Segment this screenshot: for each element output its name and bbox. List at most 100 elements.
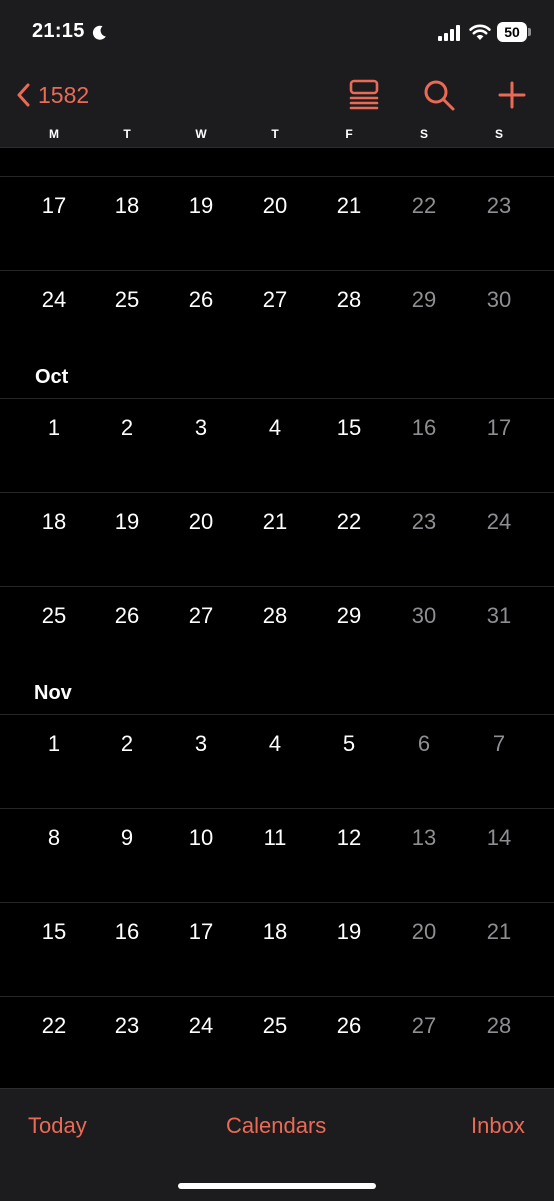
day-cell[interactable]: 30 <box>474 287 524 313</box>
chevron-left-icon <box>17 83 30 107</box>
day-cell[interactable]: 18 <box>250 919 300 945</box>
day-cell[interactable]: 12 <box>324 825 374 851</box>
week-row: 1 2 3 4 15 16 17 <box>0 398 554 492</box>
day-cell[interactable]: 28 <box>474 1013 524 1039</box>
day-cell[interactable]: 4 <box>250 731 300 757</box>
day-cell[interactable]: 26 <box>176 287 226 313</box>
day-cell[interactable]: 25 <box>250 1013 300 1039</box>
day-cell[interactable]: 11 <box>250 825 300 851</box>
nav-bar: 1582 M T W T F S S <box>0 70 554 148</box>
day-cell[interactable]: 24 <box>474 509 524 535</box>
day-cell[interactable]: 21 <box>324 193 374 219</box>
status-bar: 21:15 50 <box>0 0 554 70</box>
day-cell[interactable]: 2 <box>102 731 152 757</box>
weekday-label: T <box>271 127 279 141</box>
cellular-signal-icon <box>438 25 460 41</box>
day-cell[interactable]: 24 <box>29 287 79 313</box>
day-cell[interactable]: 17 <box>29 193 79 219</box>
battery-cap <box>528 28 531 36</box>
day-cell[interactable]: 20 <box>176 509 226 535</box>
day-cell[interactable]: 7 <box>474 731 524 757</box>
day-cell[interactable]: 21 <box>250 509 300 535</box>
inbox-button[interactable]: Inbox <box>471 1113 525 1139</box>
day-cell[interactable]: 29 <box>324 603 374 629</box>
day-cell[interactable]: 14 <box>474 825 524 851</box>
day-cell[interactable]: 10 <box>176 825 226 851</box>
day-cell[interactable]: 18 <box>29 509 79 535</box>
day-cell[interactable]: 27 <box>176 603 226 629</box>
day-cell[interactable]: 3 <box>176 731 226 757</box>
day-cell[interactable]: 18 <box>102 193 152 219</box>
weekday-label: W <box>195 127 207 141</box>
day-cell[interactable]: 2 <box>102 415 152 441</box>
week-row: 15 16 17 18 19 20 21 <box>0 902 554 996</box>
day-cell[interactable]: 28 <box>324 287 374 313</box>
day-cell[interactable]: 23 <box>474 193 524 219</box>
week-row: 24 25 26 27 28 29 30 <box>0 270 554 364</box>
weekday-label: T <box>123 127 131 141</box>
plus-icon[interactable] <box>495 78 529 112</box>
status-time: 21:15 <box>32 20 85 42</box>
day-cell[interactable]: 26 <box>102 603 152 629</box>
month-label-oct: Oct <box>35 366 69 388</box>
calendar-grid[interactable]: 17 18 19 20 21 22 23 24 25 26 27 28 29 3… <box>0 148 554 1088</box>
weekday-label: S <box>494 127 503 141</box>
day-cell[interactable]: 27 <box>399 1013 449 1039</box>
day-cell[interactable]: 1 <box>29 415 79 441</box>
today-button[interactable]: Today <box>28 1113 87 1139</box>
week-row: 22 23 24 25 26 27 28 <box>0 996 554 1088</box>
list-view-icon[interactable] <box>347 78 381 112</box>
day-cell[interactable]: 6 <box>399 731 449 757</box>
weekday-label: S <box>419 127 428 141</box>
day-cell[interactable]: 26 <box>324 1013 374 1039</box>
day-cell[interactable]: 31 <box>474 603 524 629</box>
day-cell[interactable]: 19 <box>176 193 226 219</box>
day-cell[interactable]: 19 <box>102 509 152 535</box>
day-cell[interactable]: 27 <box>250 287 300 313</box>
back-button[interactable]: 1582 <box>16 78 89 112</box>
weekday-label: M <box>49 127 59 141</box>
day-cell[interactable]: 19 <box>324 919 374 945</box>
back-button-label: 1582 <box>38 81 90 108</box>
day-cell[interactable]: 17 <box>474 415 524 441</box>
day-cell[interactable]: 24 <box>176 1013 226 1039</box>
week-row: 18 19 20 21 22 23 24 <box>0 492 554 586</box>
day-cell[interactable]: 4 <box>250 415 300 441</box>
week-row: 8 9 10 11 12 13 14 <box>0 808 554 902</box>
bottom-toolbar: Today Calendars Inbox <box>0 1088 554 1201</box>
day-cell[interactable]: 16 <box>102 919 152 945</box>
month-label-nov: Nov <box>34 682 72 704</box>
day-cell[interactable]: 9 <box>102 825 152 851</box>
battery-indicator: 50 <box>497 22 527 42</box>
day-cell[interactable]: 15 <box>324 415 374 441</box>
day-cell[interactable]: 23 <box>399 509 449 535</box>
day-cell[interactable]: 16 <box>399 415 449 441</box>
wifi-icon <box>469 24 491 40</box>
day-cell[interactable]: 29 <box>399 287 449 313</box>
day-cell[interactable]: 21 <box>474 919 524 945</box>
day-cell[interactable]: 8 <box>29 825 79 851</box>
day-cell[interactable]: 17 <box>176 919 226 945</box>
day-cell[interactable]: 1 <box>29 731 79 757</box>
moon-icon <box>92 25 106 40</box>
day-cell[interactable]: 20 <box>250 193 300 219</box>
week-row: 1 2 3 4 5 6 7 <box>0 714 554 808</box>
weekday-header-row: M T W T F S S <box>0 127 554 143</box>
day-cell[interactable]: 3 <box>176 415 226 441</box>
home-indicator[interactable] <box>178 1183 376 1189</box>
calendars-button[interactable]: Calendars <box>226 1113 326 1139</box>
day-cell[interactable]: 22 <box>324 509 374 535</box>
day-cell[interactable]: 23 <box>102 1013 152 1039</box>
day-cell[interactable]: 25 <box>102 287 152 313</box>
search-icon[interactable] <box>422 78 456 112</box>
day-cell[interactable]: 20 <box>399 919 449 945</box>
week-row: 17 18 19 20 21 22 23 <box>0 176 554 270</box>
day-cell[interactable]: 5 <box>324 731 374 757</box>
day-cell[interactable]: 22 <box>29 1013 79 1039</box>
day-cell[interactable]: 15 <box>29 919 79 945</box>
day-cell[interactable]: 22 <box>399 193 449 219</box>
day-cell[interactable]: 25 <box>29 603 79 629</box>
day-cell[interactable]: 30 <box>399 603 449 629</box>
day-cell[interactable]: 28 <box>250 603 300 629</box>
day-cell[interactable]: 13 <box>399 825 449 851</box>
